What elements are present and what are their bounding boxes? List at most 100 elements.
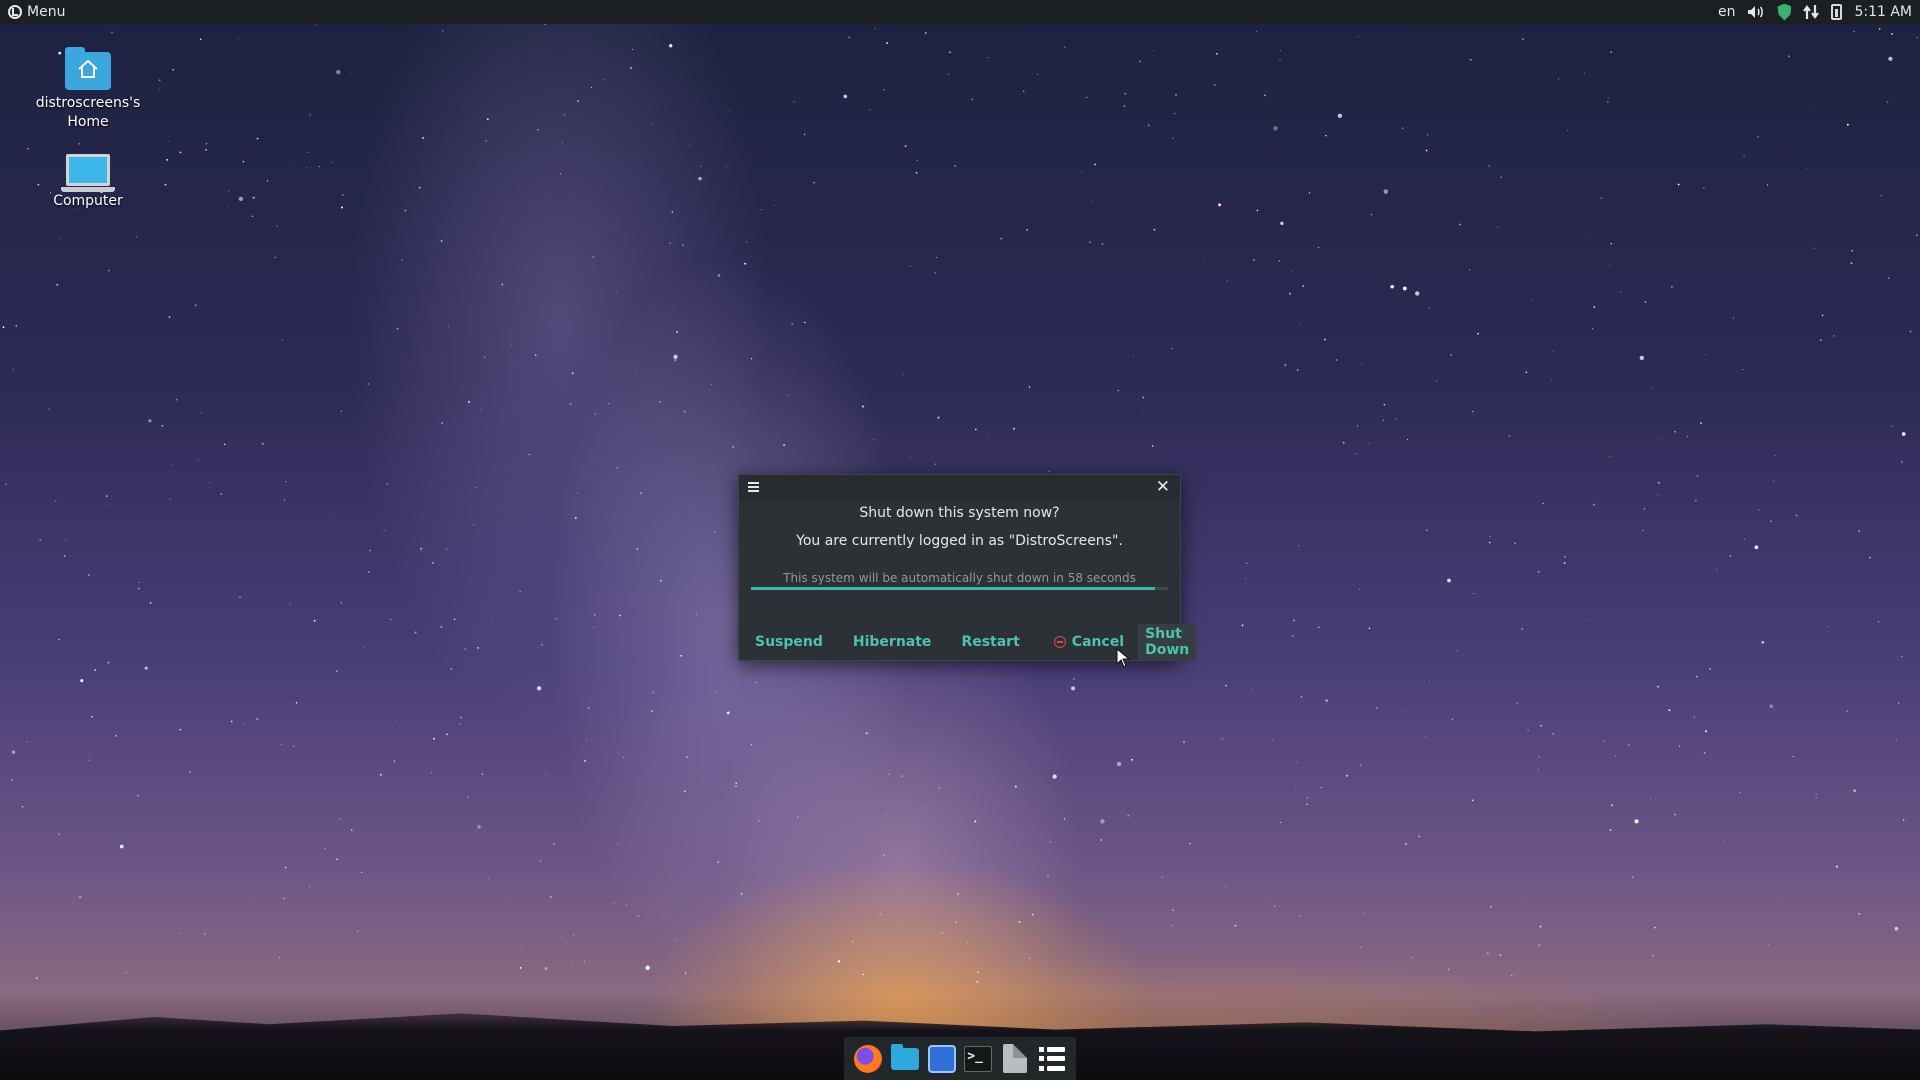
star xyxy=(1487,952,1489,954)
shutdown-button[interactable]: Shut Down xyxy=(1138,624,1197,660)
star xyxy=(1245,578,1247,580)
dock-item-email[interactable] xyxy=(927,1044,957,1074)
star xyxy=(486,118,489,120)
hibernate-button[interactable]: Hibernate xyxy=(841,624,944,660)
star xyxy=(242,160,245,163)
star xyxy=(267,745,269,747)
star xyxy=(446,548,448,550)
star xyxy=(636,548,639,550)
star xyxy=(1469,58,1472,61)
star xyxy=(1253,259,1255,261)
keyboard-layout-indicator[interactable]: en xyxy=(1718,4,1736,20)
star xyxy=(584,759,587,762)
terminal-icon: >_ xyxy=(964,1045,993,1072)
star xyxy=(1902,819,1905,821)
close-icon[interactable]: ✕ xyxy=(1156,479,1170,496)
dock-item-files[interactable] xyxy=(890,1043,920,1074)
star xyxy=(938,787,941,789)
star xyxy=(1677,183,1680,186)
star xyxy=(48,408,50,410)
star xyxy=(293,165,295,167)
star xyxy=(537,128,539,131)
volume-icon[interactable] xyxy=(1747,5,1765,19)
star xyxy=(975,428,977,431)
star xyxy=(1450,354,1452,356)
star xyxy=(446,733,448,736)
star xyxy=(1695,500,1697,502)
cancel-icon xyxy=(1053,636,1066,648)
star xyxy=(324,847,326,849)
star xyxy=(1895,739,1898,742)
star xyxy=(966,942,968,944)
star xyxy=(1361,363,1363,365)
star xyxy=(619,614,622,617)
network-icon[interactable] xyxy=(1803,4,1820,20)
menu-button[interactable]: Menu xyxy=(8,4,65,20)
star xyxy=(1022,90,1025,93)
star xyxy=(883,854,885,856)
dock-item-firefox[interactable] xyxy=(853,1044,883,1074)
star xyxy=(735,785,737,788)
star xyxy=(682,244,684,246)
star xyxy=(432,562,434,564)
star xyxy=(1814,627,1815,629)
star xyxy=(418,186,421,189)
star xyxy=(1769,704,1774,709)
desktop-icon-home[interactable]: distroscreens's Home xyxy=(28,47,148,132)
star xyxy=(1795,514,1798,517)
star xyxy=(1153,50,1154,52)
star xyxy=(368,571,370,573)
star xyxy=(1280,221,1284,225)
star xyxy=(1563,562,1566,564)
star xyxy=(1610,51,1612,53)
dock-item-text-editor[interactable] xyxy=(1000,1044,1030,1074)
star xyxy=(1278,259,1281,262)
star xyxy=(340,410,342,412)
star xyxy=(635,372,637,374)
battery-icon[interactable] xyxy=(1831,4,1843,20)
star xyxy=(1806,168,1808,170)
star xyxy=(1100,819,1105,824)
star xyxy=(342,194,344,196)
star xyxy=(1401,127,1404,130)
star xyxy=(1835,865,1838,868)
star xyxy=(309,114,311,116)
star xyxy=(1743,538,1745,540)
suspend-button[interactable]: Suspend xyxy=(743,624,835,660)
star xyxy=(107,661,110,664)
star xyxy=(1324,338,1327,341)
star xyxy=(1141,409,1143,411)
dock-item-task-list[interactable] xyxy=(1037,1044,1067,1074)
star xyxy=(957,893,959,895)
star xyxy=(1318,626,1320,628)
shield-icon[interactable] xyxy=(1777,3,1792,21)
star xyxy=(238,615,240,617)
star xyxy=(1346,774,1349,777)
window-menu-icon[interactable] xyxy=(748,482,759,492)
star xyxy=(119,844,124,849)
star xyxy=(1395,418,1397,420)
restart-button[interactable]: Restart xyxy=(949,624,1031,660)
star xyxy=(309,886,311,888)
star xyxy=(1878,621,1880,623)
star xyxy=(1880,194,1883,197)
dock-item-terminal[interactable]: >_ xyxy=(963,1044,993,1074)
star xyxy=(645,965,650,970)
star xyxy=(1175,93,1177,96)
clock[interactable]: 5:11 AM xyxy=(1854,4,1912,20)
star xyxy=(390,618,392,620)
star xyxy=(1167,981,1169,983)
star xyxy=(571,962,573,964)
star xyxy=(1488,541,1491,544)
star xyxy=(1472,410,1474,413)
desktop-icon-computer[interactable]: Computer xyxy=(28,150,148,211)
star xyxy=(1456,650,1458,652)
logged-in-message: You are currently logged in as "DistroSc… xyxy=(796,533,1123,549)
star xyxy=(545,773,547,775)
star xyxy=(915,171,918,174)
star xyxy=(1064,46,1066,48)
star xyxy=(1100,839,1102,841)
star xyxy=(1550,378,1552,380)
star xyxy=(577,100,579,102)
star xyxy=(164,381,166,383)
